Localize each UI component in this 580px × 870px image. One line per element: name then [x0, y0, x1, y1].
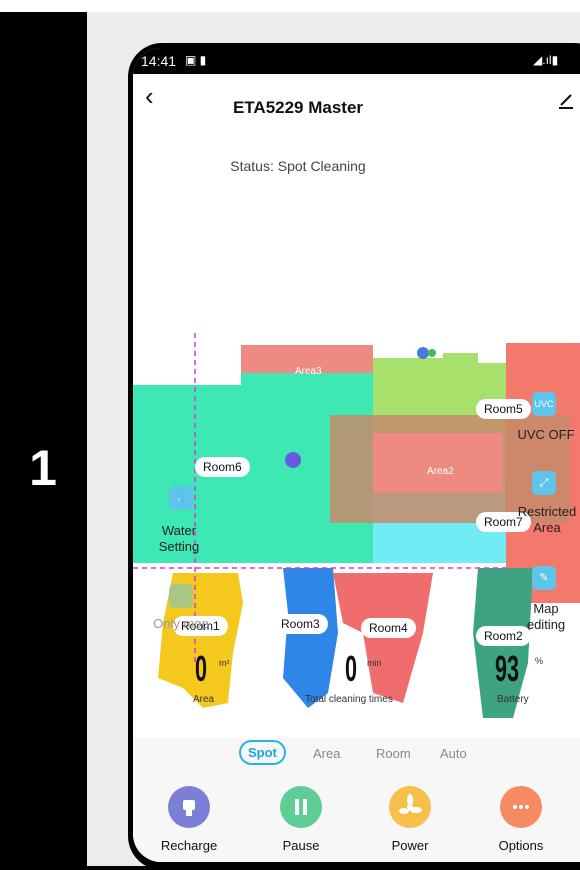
mode-auto-button[interactable]: Auto — [440, 746, 467, 761]
options-label: Options — [498, 838, 544, 853]
edit-pencil-icon[interactable] — [557, 92, 575, 110]
top-strip — [0, 0, 580, 12]
pause-button[interactable] — [280, 786, 322, 828]
restricted-area-icon[interactable]: ⤢ — [532, 471, 556, 495]
clock: 14:41 — [141, 53, 177, 69]
time-value: 0 — [345, 648, 358, 689]
phone-screen: 14:41 ▣ ▮ ◢.ıl▮ ‹ ETA5229 Master Status:… — [133, 48, 580, 862]
area2-label: Area2 — [427, 466, 454, 477]
map-editing-icon[interactable]: ✎ — [532, 566, 556, 590]
step-column — [0, 12, 87, 866]
dock-icon — [417, 347, 429, 359]
water-setting-icon[interactable]: 💧 — [169, 486, 193, 510]
app-header: ‹ ETA5229 Master — [133, 74, 580, 122]
area-unit: m² — [219, 658, 230, 668]
mode-spot-button[interactable]: Spot — [239, 740, 286, 765]
mode-room-button[interactable]: Room — [376, 746, 411, 761]
power-label: Power — [391, 838, 429, 853]
room3-label[interactable]: Room3 — [273, 614, 328, 634]
uvc-label: UVC OFF — [517, 427, 575, 442]
water-setting-label: Water Setting — [158, 523, 200, 554]
robot-location-icon — [285, 452, 302, 468]
mode-area-button[interactable]: Area — [313, 746, 340, 761]
page-frame: 1 14:41 ▣ ▮ ◢.ıl▮ ‹ ETA5229 Master Statu… — [0, 0, 580, 870]
pause-icon — [295, 799, 307, 815]
battery-label: Battery — [497, 694, 529, 705]
uvc-icon[interactable]: UVC — [532, 392, 556, 416]
map-editing-label: Map editing — [526, 601, 566, 632]
room3-zone — [283, 568, 338, 708]
cleaning-status: Status: Spot Cleaning — [230, 158, 366, 174]
battery-unit: % — [535, 656, 544, 666]
area-label: Area — [193, 694, 215, 705]
area3-label: Area3 — [295, 366, 322, 377]
plug-icon — [183, 800, 195, 816]
fan-icon — [399, 794, 422, 814]
time-unit: min — [367, 658, 382, 668]
room4-label[interactable]: Room4 — [361, 618, 416, 638]
signal-icon: ◢.ıl▮ — [533, 53, 559, 67]
status-bar: 14:41 ▣ ▮ ◢.ıl▮ — [133, 48, 580, 74]
mop-icon[interactable] — [169, 584, 193, 608]
recharge-button[interactable] — [168, 786, 210, 828]
room6-label[interactable]: Room6 — [195, 457, 250, 477]
restricted-area-label: Restricted Area — [517, 504, 577, 535]
area-value: 0 — [195, 648, 208, 689]
more-icon — [513, 805, 529, 809]
recharge-label: Recharge — [160, 838, 218, 853]
pause-label: Pause — [282, 838, 320, 853]
time-label: Total cleaning times — [305, 694, 393, 705]
notification-icons: ▣ ▮ — [185, 53, 207, 67]
options-button[interactable] — [500, 786, 542, 828]
room5-label[interactable]: Room5 — [476, 399, 531, 419]
battery-value: 93 — [495, 648, 520, 689]
only-mop-label: Only mop — [153, 616, 209, 631]
power-button[interactable] — [389, 786, 431, 828]
step-number: 1 — [29, 440, 57, 496]
page-title: ETA5229 Master — [232, 98, 364, 117]
